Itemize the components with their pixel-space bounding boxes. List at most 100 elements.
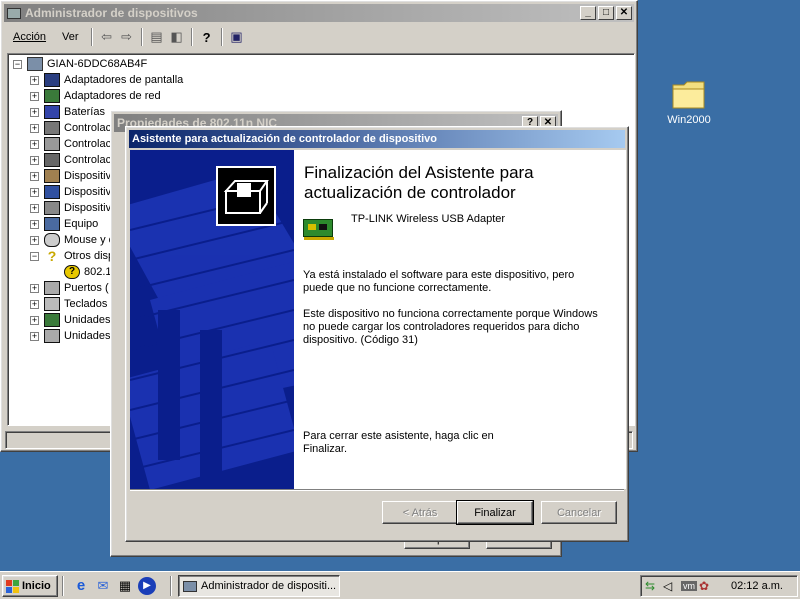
media-player-icon[interactable]: ▶ [138,577,156,595]
disk-controller-icon [44,137,60,151]
tree-item-other-devices[interactable]: −? Otros disp [30,248,114,264]
port-icon [44,281,60,295]
help-icon[interactable]: ? [197,27,217,47]
tree-item[interactable]: + Controlac [30,120,111,136]
expand-icon[interactable]: + [30,139,39,149]
vmware-tray-icon[interactable]: vm [681,581,697,591]
system-device-icon [44,169,60,183]
network-card-icon [44,89,60,103]
show-desktop-icon[interactable]: ▦ [116,577,134,595]
menubar-toolbar: Acción Ver ⇦ ⇨ ▤ ◧ ? ▣ [5,25,633,49]
forward-arrow-icon[interactable]: ⇨ [117,27,137,47]
sound-icon [44,201,60,215]
mouse-icon [44,233,60,247]
clock[interactable]: 02:12 a.m. [731,580,783,592]
computer-icon [183,580,197,592]
warning-device-icon: ? [64,265,80,279]
driver-update-wizard: Asistente para actualización de controla… [125,126,629,542]
expand-icon[interactable]: + [30,107,39,117]
quick-launch: e ✉ ▦ ▶ [72,577,156,595]
wizard-banner [130,150,294,489]
tree-item[interactable]: + Equipo [30,216,98,232]
menu-action[interactable]: Acción [5,29,54,45]
back-arrow-icon[interactable]: ⇦ [97,27,117,47]
wizard-content: Finalización del Asistente para actualiz… [294,150,626,489]
minimize-button[interactable]: _ [580,6,596,20]
finish-button[interactable]: Finalizar [456,500,534,525]
tree-root[interactable]: − GIAN-6DDC68AB4F [13,56,147,72]
tree-item[interactable]: + Adaptadores de pantalla [30,72,183,88]
tree-item[interactable]: + Puertos ( [30,280,109,296]
expand-icon[interactable]: + [30,171,39,181]
expand-icon[interactable]: + [30,203,39,213]
drive-icon [44,313,60,327]
expand-icon[interactable]: + [30,75,39,85]
close-instruction: Para cerrar este asistente, haga clic en… [303,430,494,455]
monitor-icon [44,73,60,87]
outlook-express-icon[interactable]: ✉ [94,577,112,595]
computer-icon [27,57,43,71]
tree-item[interactable]: + Unidades [30,328,110,344]
expand-icon[interactable]: + [30,299,39,309]
hid-device-icon [44,185,60,199]
wizard-heading: Finalización del Asistente para actualiz… [304,163,534,202]
device-manager-titlebar[interactable]: Administrador de dispositivos _ □ ✕ [4,4,634,22]
folder-up-icon[interactable]: ▤ [147,27,167,47]
expand-icon[interactable]: + [30,235,39,245]
tree-item[interactable]: + Baterías [30,104,105,120]
tree-item[interactable]: + Dispositiv [30,200,111,216]
tree-item[interactable]: + Adaptadores de red [30,88,161,104]
scan-hardware-icon[interactable]: ▣ [227,27,247,47]
status-text-1: Ya está instalado el software para este … [303,269,575,294]
question-mark-icon: ? [47,248,57,264]
expand-icon[interactable]: + [30,187,39,197]
tree-item-80211-nic[interactable]: ? 802.1 [64,264,112,280]
expand-icon[interactable]: + [30,155,39,165]
tree-item[interactable]: + Unidades [30,312,110,328]
tree-item[interactable]: + Dispositiv [30,168,111,184]
hardware-icon [216,166,276,226]
usb-tray-icon[interactable]: ✿ [699,579,715,593]
expand-icon[interactable]: + [30,331,39,341]
status-text-2: Este dispositivo no funciona correctamen… [303,308,598,346]
collapse-icon[interactable]: − [13,59,22,69]
expand-icon[interactable]: + [30,283,39,293]
tree-item[interactable]: + Controlac [30,136,111,152]
folder-icon [672,81,705,109]
cancel-button[interactable]: Cancelar [541,501,617,524]
tree-item[interactable]: + Teclados [30,296,107,312]
desktop-icon-label: Win2000 [667,114,711,126]
device-name: TP-LINK Wireless USB Adapter [351,213,506,225]
wizard-titlebar[interactable]: Asistente para actualización de controla… [129,130,625,148]
task-button-device-manager[interactable]: Administrador de dispositi... [178,575,340,597]
tree-item[interactable]: + Controlac [30,152,111,168]
close-button[interactable]: ✕ [616,6,632,20]
maximize-button[interactable]: □ [598,6,614,20]
window-title: Administrador de dispositivos [25,6,198,20]
expand-icon[interactable]: + [30,315,39,325]
show-hide-tree-icon[interactable]: ◧ [167,27,187,47]
internet-explorer-icon[interactable]: e [72,577,90,595]
back-button[interactable]: < Atrás [382,501,458,524]
wizard-title: Asistente para actualización de controla… [132,133,438,145]
battery-icon [44,105,60,119]
usb-icon [44,121,60,135]
expand-icon[interactable]: + [30,91,39,101]
menu-view[interactable]: Ver [54,29,87,45]
tree-item[interactable]: + Dispositiv [30,184,111,200]
collapse-icon[interactable]: − [30,251,39,261]
windows-logo-icon [6,579,19,593]
tree-item[interactable]: + Mouse y c [30,232,114,248]
system-tray: ⇆ ◁ vm ✿ 02:12 a.m. [640,575,798,597]
controller-icon [44,153,60,167]
desktop-icon-win2000[interactable]: Win2000 [656,80,722,126]
expand-icon[interactable]: + [30,219,39,229]
taskbar: Inicio e ✉ ▦ ▶ Administrador de disposit… [0,571,800,599]
network-tray-icon[interactable]: ⇆ [645,579,661,593]
start-button[interactable]: Inicio [2,575,58,597]
keyboard-icon [44,297,60,311]
computer-icon [7,7,21,19]
network-adapter-icon [303,219,334,240]
expand-icon[interactable]: + [30,123,39,133]
volume-tray-icon[interactable]: ◁ [663,579,679,593]
